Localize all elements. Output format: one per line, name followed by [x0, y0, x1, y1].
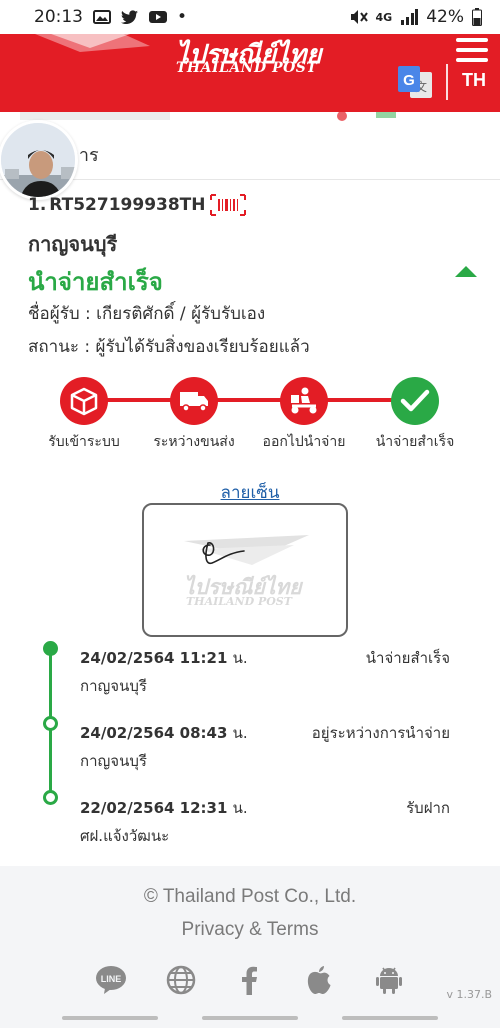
timeline-place: กาญจนบุรี [80, 677, 147, 695]
timeline-datetime: 24/02/2564 11:21 [80, 649, 228, 667]
recipient-line: ชื่อผู้รับ : เกียรติศักดิ์ / ผู้รับรับเอ… [28, 300, 265, 327]
timeline-dot [43, 641, 58, 656]
nav-back-handle[interactable] [62, 1016, 158, 1020]
menu-bar [456, 38, 488, 42]
timeline-unit: น. [232, 799, 248, 817]
lang-divider [446, 64, 448, 100]
step-received [60, 377, 108, 425]
timeline-status: อยู่ระหว่างการนำจ่าย [311, 724, 450, 742]
line-logo: LINE [96, 966, 126, 994]
facebook-logo [242, 966, 257, 995]
youtube-icon [149, 11, 167, 23]
android-icon[interactable] [372, 963, 406, 997]
timeline-unit: น. [232, 649, 248, 667]
clock: 20:13 [34, 7, 83, 27]
battery-icon [472, 8, 482, 26]
android-logo [376, 967, 402, 994]
tracking-code: RT527199938TH [49, 195, 206, 215]
logo-en-text: THAILAND POST [176, 60, 318, 76]
timeline-datetime: 22/02/2564 12:31 [80, 799, 228, 817]
timeline-dot [43, 790, 58, 805]
step-out-for-delivery [280, 377, 328, 425]
battery-percent: 42% [426, 7, 464, 27]
timeline-date: 24/02/2564 08:43 น. [80, 721, 248, 745]
step-label: นำจ่ายสำเร็จ [375, 434, 455, 450]
mute-icon [350, 10, 368, 24]
timeline-dot [43, 716, 58, 731]
recipient-label: ชื่อผู้รับ : [28, 304, 91, 324]
apple-icon[interactable] [302, 963, 336, 997]
collapse-chevron-icon[interactable] [455, 266, 477, 277]
state-value: ผู้รับได้รับสิ่งของเรียบร้อยแล้ว [95, 337, 310, 357]
tracking-number: 1. RT527199938TH [28, 194, 246, 216]
scooter-icon [291, 387, 317, 414]
thailand-post-logo[interactable]: ไปรษณีย์ไทย THAILAND POST [170, 34, 340, 106]
step-label: รับเข้าระบบ [48, 434, 120, 450]
delivery-status: นำจ่ายสำเร็จ [28, 268, 163, 296]
check-icon [400, 389, 430, 412]
nav-home-handle[interactable] [202, 1016, 298, 1020]
globe-icon[interactable] [164, 963, 198, 997]
nav-recent-handle[interactable] [342, 1016, 438, 1020]
step-label: ออกไปนำจ่าย [262, 434, 346, 450]
avatar[interactable] [0, 120, 78, 200]
network-type: 4G [375, 10, 393, 24]
language-toggle[interactable]: TH [462, 70, 486, 91]
scrolled-content-hint [20, 112, 396, 121]
box-icon [70, 387, 98, 416]
facebook-icon[interactable] [232, 963, 266, 997]
step-delivered [391, 377, 439, 425]
globe-logo [166, 965, 196, 995]
signature-link[interactable]: ลายเซ็น [0, 479, 500, 506]
step-in-transit [170, 377, 218, 425]
timeline-place: กาญจนบุรี [80, 752, 147, 770]
signature-scribble [202, 542, 245, 565]
footer: © Thailand Post Co., Ltd. Privacy & Term… [0, 866, 500, 1028]
timeline-status: นำจ่ายสำเร็จ [365, 649, 450, 667]
privacy-terms-link[interactable]: Privacy & Terms [0, 919, 500, 941]
truck-icon [180, 392, 208, 412]
app-header: ไปรษณีย์ไทย THAILAND POST 文 G TH [0, 34, 500, 112]
state-line: สถานะ : ผู้รับได้รับสิ่งของเรียบร้อยแล้ว [28, 333, 310, 360]
step-label: ระหว่างขนส่ง [153, 434, 235, 450]
gallery-icon [93, 10, 111, 24]
google-translate-icon[interactable]: 文 G [398, 66, 434, 100]
timeline-date: 22/02/2564 12:31 น. [80, 796, 248, 820]
menu-bar [456, 48, 488, 52]
state-label: สถานะ : [28, 337, 91, 357]
apple-logo [307, 966, 331, 994]
user-photo [1, 123, 75, 197]
copyright: © Thailand Post Co., Ltd. [143, 886, 357, 907]
system-nav-bar [0, 1016, 500, 1028]
barcode-icon[interactable] [209, 194, 246, 216]
province: กาญจนบุรี [28, 232, 118, 256]
recipient-value: เกียรติศักดิ์ / ผู้รับรับเอง [96, 304, 266, 324]
svg-text:G: G [403, 72, 415, 89]
app-version: v 1.37.B [446, 988, 492, 1001]
timeline-date: 24/02/2564 11:21 น. [80, 646, 248, 670]
menu-bar [456, 58, 488, 62]
timeline-datetime: 24/02/2564 08:43 [80, 724, 228, 742]
progress-track [84, 398, 414, 402]
line-icon-text: LINE [101, 974, 122, 984]
item-index: 1. [28, 195, 47, 215]
line-icon[interactable]: LINE [94, 963, 128, 997]
logo-wing [35, 34, 150, 52]
timeline-status: รับฝาก [406, 799, 450, 817]
signal-icon [401, 9, 419, 25]
timeline-place: ศฝ.แจ้งวัฒนะ [80, 827, 170, 845]
timeline-unit: น. [232, 724, 248, 742]
notification-dot: • [177, 7, 188, 27]
menu-button[interactable] [456, 38, 488, 64]
twitter-icon [121, 10, 138, 24]
signature-box: ไปรษณีย์ไทย THAILAND POST [142, 503, 348, 637]
status-bar: 20:13 • 4G 42% [0, 0, 500, 34]
